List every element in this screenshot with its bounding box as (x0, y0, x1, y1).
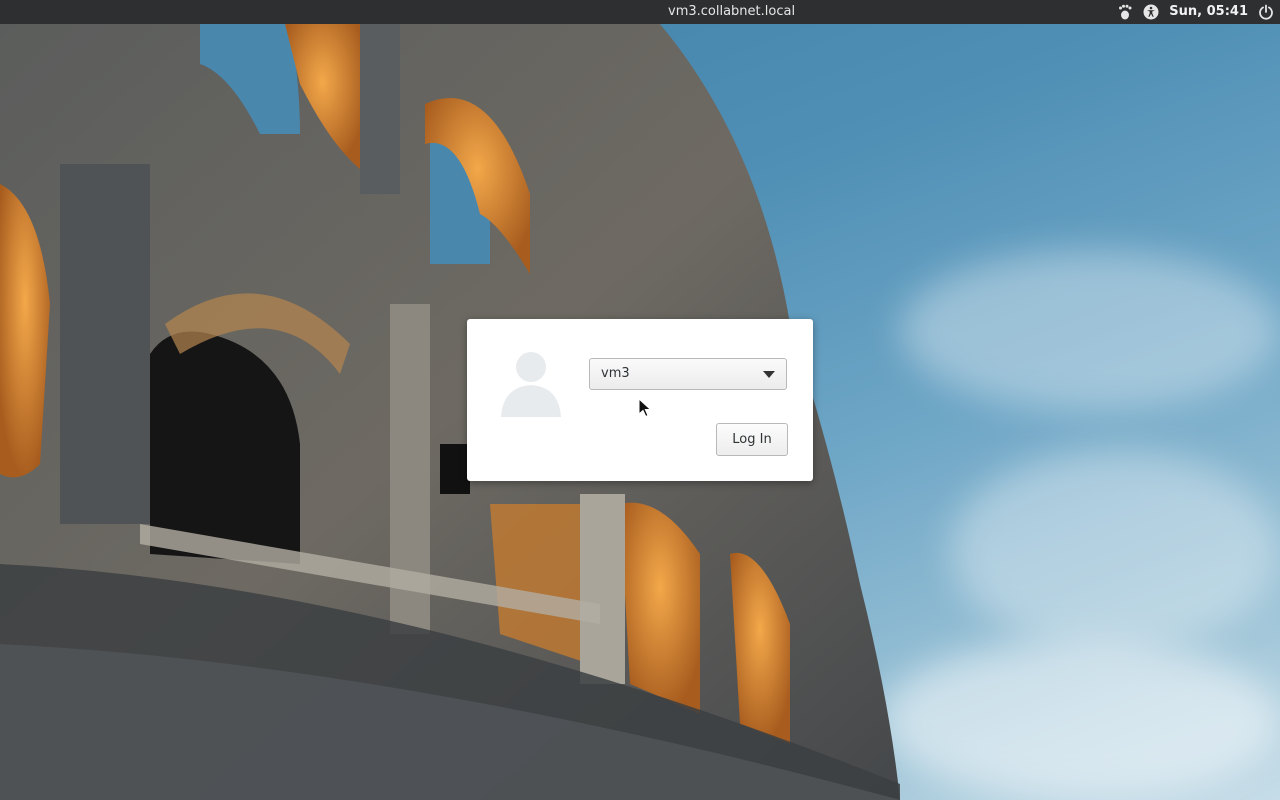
cloud (900, 250, 1280, 410)
accessibility-icon[interactable] (1143, 4, 1159, 20)
cloud (950, 450, 1280, 650)
user-select-dropdown[interactable]: vm3 (589, 358, 787, 390)
top-panel: vm3.collabnet.local Sun, 05:41 (0, 0, 1280, 24)
login-screen: vm3.collabnet.local Sun, 05:41 vm3 Log I… (0, 0, 1280, 800)
login-button[interactable]: Log In (716, 423, 788, 456)
power-icon[interactable] (1258, 4, 1274, 20)
selected-user: vm3 (601, 366, 630, 381)
user-avatar (499, 349, 563, 417)
clock[interactable]: Sun, 05:41 (1169, 0, 1248, 24)
system-tray: Sun, 05:41 (1117, 0, 1274, 24)
gnome-foot-icon[interactable] (1117, 4, 1133, 20)
chevron-down-icon (763, 371, 775, 378)
mouse-pointer-icon (638, 398, 652, 418)
hostname-label: vm3.collabnet.local (668, 4, 796, 19)
cloud (880, 640, 1280, 800)
